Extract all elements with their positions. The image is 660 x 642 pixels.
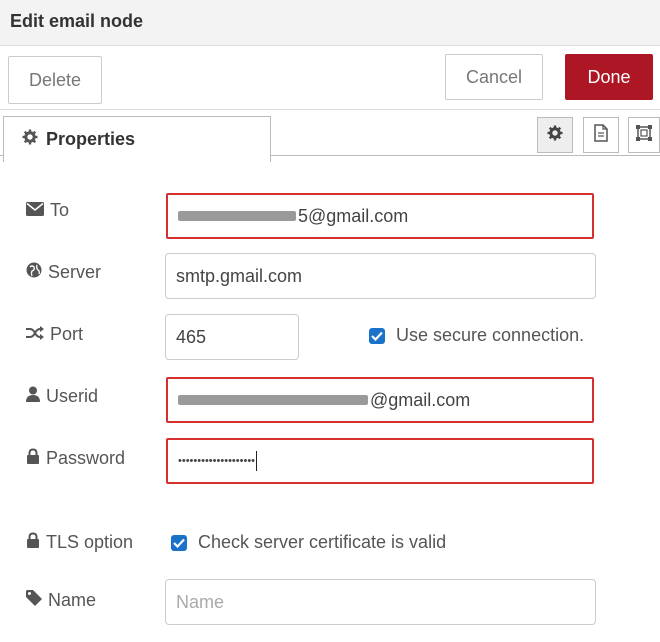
password-value: ••••••••••••••••••••	[178, 455, 256, 467]
dialog-toolbar: Delete Cancel Done	[0, 46, 660, 110]
name-placeholder: Name	[176, 591, 225, 612]
shuffle-icon	[26, 324, 44, 345]
envelope-icon	[26, 200, 44, 221]
tls-check-option: Check server certificate is valid	[171, 532, 446, 553]
tls-label-row: TLS option	[26, 532, 133, 553]
lock-icon	[26, 532, 40, 553]
settings-tab-button[interactable]	[537, 117, 573, 153]
cancel-button[interactable]: Cancel	[445, 54, 543, 100]
password-input[interactable]: ••••••••••••••••••••	[166, 438, 594, 484]
password-label: Password	[46, 448, 126, 468]
tab-properties[interactable]: Properties	[3, 116, 271, 162]
server-label-row: Server	[26, 262, 101, 283]
secure-connection-checkbox[interactable]	[369, 327, 385, 344]
gear-icon	[547, 125, 563, 146]
document-icon	[593, 123, 609, 147]
secure-connection-option: Use secure connection.	[369, 325, 584, 346]
globe-icon	[26, 262, 42, 283]
redacted-text	[178, 211, 296, 221]
userid-value: @gmail.com	[370, 389, 471, 410]
port-input[interactable]: 465	[165, 314, 299, 360]
to-value: 5@gmail.com	[298, 205, 409, 226]
port-value: 465	[176, 326, 207, 347]
lock-icon	[26, 448, 40, 469]
tls-check-label: Check server certificate is valid	[198, 532, 447, 552]
text-cursor	[256, 451, 258, 471]
password-label-row: Password	[26, 448, 125, 469]
redacted-text	[178, 395, 368, 405]
server-value: smtp.gmail.com	[176, 265, 303, 286]
to-label-row: To	[26, 200, 69, 221]
port-label: Port	[50, 324, 84, 344]
frame-icon	[635, 124, 653, 147]
tls-label: TLS option	[46, 532, 134, 552]
tab-properties-label: Properties	[46, 129, 136, 149]
user-icon	[26, 386, 40, 407]
dialog-titlebar: Edit email node	[0, 0, 660, 46]
userid-input[interactable]: @gmail.com	[166, 377, 594, 423]
port-label-row: Port	[26, 324, 83, 345]
server-label: Server	[48, 262, 102, 282]
name-input[interactable]: Name	[165, 579, 596, 625]
to-label: To	[50, 200, 70, 220]
gear-icon	[22, 129, 38, 150]
server-input[interactable]: smtp.gmail.com	[165, 253, 596, 299]
to-input[interactable]: 5@gmail.com	[166, 193, 594, 239]
description-tab-button[interactable]	[583, 117, 619, 153]
appearance-tab-button[interactable]	[628, 117, 660, 153]
secure-connection-label: Use secure connection.	[396, 325, 585, 345]
done-button[interactable]: Done	[565, 54, 653, 100]
userid-label: Userid	[46, 386, 99, 406]
delete-button[interactable]: Delete	[8, 56, 102, 104]
dialog-title: Edit email node	[10, 11, 144, 31]
userid-label-row: Userid	[26, 386, 98, 407]
tls-check-checkbox[interactable]	[171, 534, 187, 551]
tag-icon	[26, 590, 42, 611]
name-label-row: Name	[26, 590, 96, 611]
name-label: Name	[48, 590, 97, 610]
